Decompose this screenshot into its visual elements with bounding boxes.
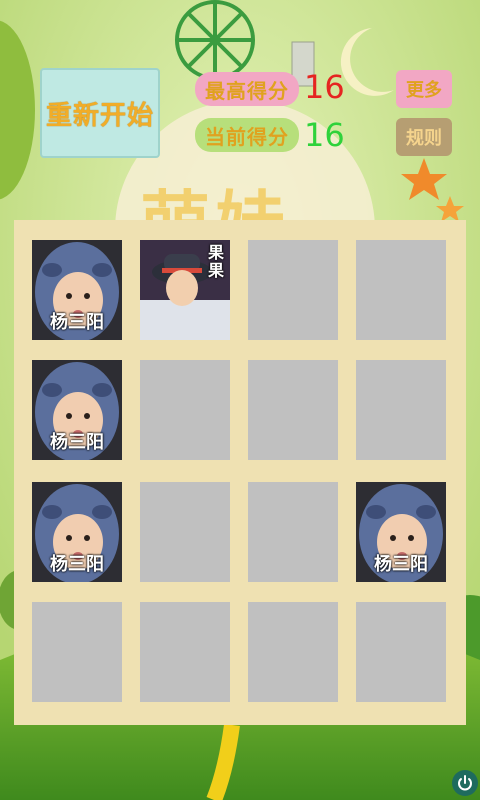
- empty-cell[interactable]: [356, 602, 446, 702]
- empty-cell[interactable]: [248, 360, 338, 460]
- empty-cell[interactable]: [32, 602, 122, 702]
- tile-name-label: 杨三阳: [50, 312, 104, 333]
- tile-name-label: 果果: [205, 244, 224, 280]
- empty-cell[interactable]: [140, 482, 230, 582]
- empty-cell[interactable]: [140, 360, 230, 460]
- empty-cell[interactable]: [356, 240, 446, 340]
- more-button[interactable]: 更多: [396, 70, 452, 108]
- empty-cell[interactable]: [248, 240, 338, 340]
- tile-photo[interactable]: 杨三阳: [32, 360, 122, 460]
- ferris-wheel-icon: [175, 0, 255, 80]
- tile-photo[interactable]: 杨三阳: [356, 482, 446, 582]
- current-score-label: 当前得分: [195, 118, 299, 152]
- tile-photo[interactable]: 杨三阳: [32, 240, 122, 340]
- empty-cell[interactable]: [248, 482, 338, 582]
- tile-name-label: 杨三阳: [50, 554, 104, 575]
- rules-button[interactable]: 规则: [396, 118, 452, 156]
- power-icon[interactable]: [452, 770, 478, 796]
- tile-name-label: 杨三阳: [374, 554, 428, 575]
- tile-photo[interactable]: 果果: [140, 240, 230, 340]
- current-score-value: 16: [304, 116, 345, 154]
- best-score-value: 16: [304, 68, 345, 106]
- empty-cell[interactable]: [248, 602, 338, 702]
- tile-name-label: 杨三阳: [50, 432, 104, 453]
- game-board: 杨三阳 果果 杨三阳 杨三阳 杨三阳: [14, 220, 466, 725]
- empty-cell[interactable]: [140, 602, 230, 702]
- restart-button[interactable]: 重新开始: [40, 68, 160, 158]
- best-score-label: 最高得分: [195, 72, 299, 106]
- tile-photo[interactable]: 杨三阳: [32, 482, 122, 582]
- empty-cell[interactable]: [356, 360, 446, 460]
